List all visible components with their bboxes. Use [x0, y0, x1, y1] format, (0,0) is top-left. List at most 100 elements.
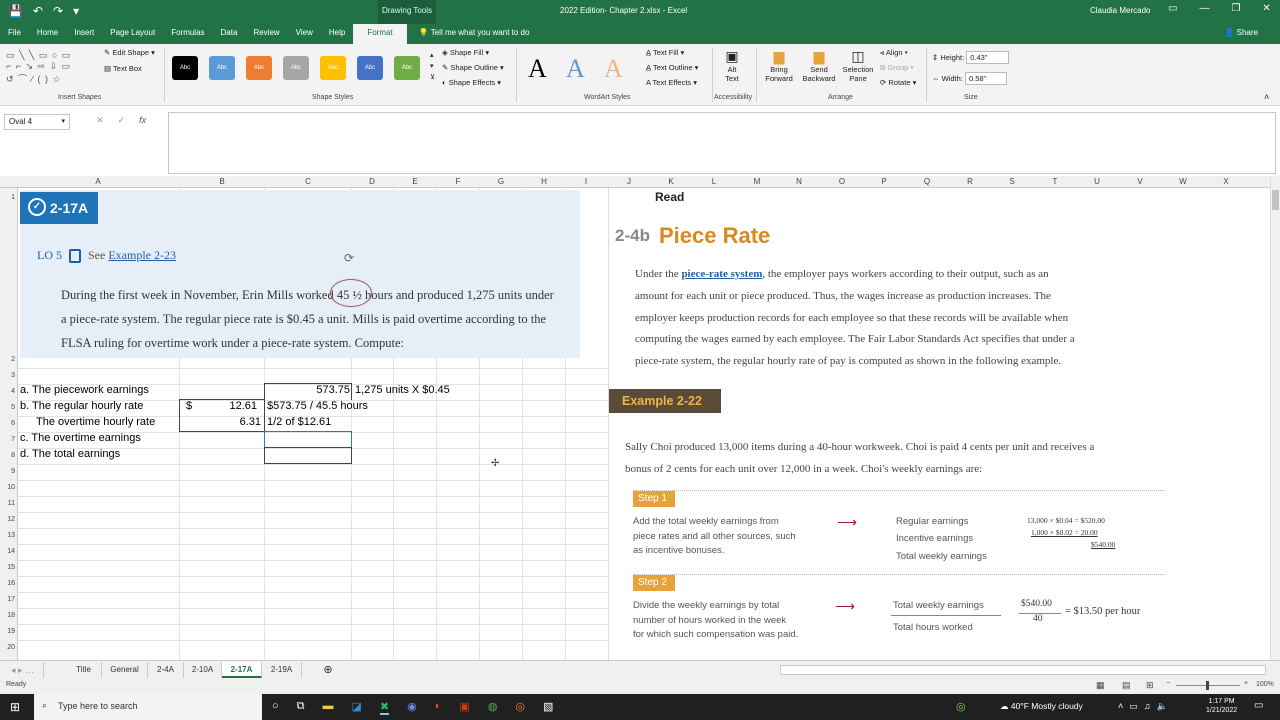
style-gallery-scroll[interactable]: ▴ ▾ ⊻	[430, 50, 435, 83]
column-header[interactable]: C	[305, 177, 311, 186]
style-swatch-orange[interactable]: Abc	[246, 56, 272, 80]
cancel-icon[interactable]: ✕	[96, 115, 104, 126]
horizontal-scrollbar[interactable]	[780, 665, 1266, 675]
sheet-tab-2-19a[interactable]: 2-19A	[262, 662, 302, 678]
column-header[interactable]: L	[712, 177, 716, 186]
zoom-out-icon[interactable]: −	[1166, 680, 1170, 687]
shape-effects-button[interactable]: ◐ Shape Effects ▾	[442, 78, 501, 87]
column-header[interactable]: B	[219, 177, 224, 186]
column-header[interactable]: U	[1094, 177, 1100, 186]
sheet-tab-2-17a[interactable]: 2-17A	[222, 662, 262, 678]
style-swatch-black[interactable]: Abc	[172, 56, 198, 80]
column-header[interactable]: O	[839, 177, 845, 186]
close-icon[interactable]: ✕	[1262, 3, 1270, 14]
excel-icon[interactable]: ✖	[379, 700, 390, 715]
tab-help[interactable]: Help	[321, 24, 353, 44]
style-swatch-blue[interactable]: Abc	[209, 56, 235, 80]
chrome-icon[interactable]: ◍	[488, 700, 498, 715]
shapes-gallery[interactable]: ▭ ╲ ╲ ▭ ○ ▭ ⌐ ⌐ ↘ ⇨ ⇩ ▭ ↺ ⌒ ∕ ( ) ☆	[6, 50, 71, 85]
column-header[interactable]: Q	[924, 177, 930, 186]
glossary-term-link[interactable]: piece-rate system	[681, 268, 762, 280]
page-layout-view-icon[interactable]: ▤	[1122, 680, 1131, 691]
powerpoint-icon[interactable]: ◐	[435, 700, 442, 715]
system-tray-icons[interactable]: ˄▭♫🔈	[1118, 701, 1174, 712]
insert-function-icon[interactable]: fx	[139, 115, 146, 126]
height-field[interactable]: ⇕ Height: 0.43"	[932, 51, 1009, 64]
column-header[interactable]: H	[541, 177, 547, 186]
app-tray-icon[interactable]: ◎	[956, 700, 966, 713]
row-header[interactable]: 16	[0, 580, 15, 587]
redo-icon[interactable]: ↷	[53, 4, 63, 18]
row-header[interactable]: 1	[0, 194, 15, 201]
row-header[interactable]: 3	[0, 372, 15, 379]
worksheet-grid[interactable]: ✓ 2-17A LO 5 See Example 2-23 During the …	[18, 188, 1270, 660]
cell-a4[interactable]: a. The piecework earnings	[20, 384, 149, 396]
column-header[interactable]: D	[369, 177, 375, 186]
file-explorer-icon[interactable]: ▬	[323, 700, 334, 715]
sheet-tab-2-4a[interactable]: 2-4A	[148, 662, 184, 678]
restore-icon[interactable]: ❐	[1231, 3, 1240, 14]
wordart-style-blue[interactable]: A	[566, 54, 585, 84]
tab-formulas[interactable]: Formulas	[163, 24, 212, 44]
column-header[interactable]: M	[754, 177, 761, 186]
example-link[interactable]: Example 2-23	[108, 248, 176, 262]
tab-data[interactable]: Data	[213, 24, 246, 44]
column-header[interactable]: T	[1053, 177, 1058, 186]
page-break-view-icon[interactable]: ⊞	[1146, 680, 1154, 691]
taskbar-clock[interactable]: 1:17 PM 1/21/2022	[1206, 697, 1237, 715]
row-header[interactable]: 11	[0, 500, 15, 507]
firefox-icon[interactable]: ◎	[515, 700, 525, 715]
tab-view[interactable]: View	[288, 24, 321, 44]
formula-input[interactable]	[168, 112, 1276, 174]
bring-forward-button[interactable]: ▆ Bring Forward	[762, 48, 796, 83]
row-header[interactable]: 4	[0, 388, 15, 395]
column-header[interactable]: J	[627, 177, 631, 186]
zoom-level[interactable]: 100%	[1256, 681, 1274, 688]
scroll-thumb[interactable]	[1272, 190, 1279, 210]
width-value[interactable]: 0.58"	[964, 72, 1008, 85]
enter-icon[interactable]: ✓	[118, 115, 126, 126]
edit-shape-button[interactable]: ✎ Edit Shape ▾	[104, 48, 155, 57]
cell-c5[interactable]: $573.75 / 45.5 hours	[267, 400, 368, 412]
shape-fill-button[interactable]: ◈ Shape Fill ▾	[442, 48, 489, 57]
column-header[interactable]: G	[498, 177, 504, 186]
ribbon-display-icon[interactable]: ▭	[1168, 3, 1177, 14]
text-fill-button[interactable]: A̲ Text Fill ▾	[646, 48, 684, 57]
style-swatch-green[interactable]: Abc	[394, 56, 420, 80]
cell-b5[interactable]: 12.61	[179, 400, 257, 412]
row-header[interactable]: 8	[0, 452, 15, 459]
row-header[interactable]: 7	[0, 436, 15, 443]
send-backward-button[interactable]: ▆ Send Backward	[800, 48, 838, 83]
row-header[interactable]: 19	[0, 628, 15, 635]
windows-start-icon[interactable]: ⊞	[10, 700, 20, 714]
column-header[interactable]: P	[881, 177, 886, 186]
minimize-icon[interactable]: —	[1199, 3, 1209, 14]
text-effects-button[interactable]: A Text Effects ▾	[646, 78, 697, 87]
column-header[interactable]: V	[1137, 177, 1142, 186]
column-header[interactable]: I	[585, 177, 587, 186]
row-header[interactable]: 5	[0, 404, 15, 411]
column-header[interactable]: F	[456, 177, 461, 186]
row-header[interactable]: 17	[0, 596, 15, 603]
column-header[interactable]: N	[796, 177, 802, 186]
office-icon[interactable]: ▣	[459, 700, 469, 715]
row-header[interactable]: 13	[0, 532, 15, 539]
collapse-ribbon-icon[interactable]: ˄	[1264, 92, 1269, 102]
cell-a8[interactable]: d. The total earnings	[20, 448, 120, 460]
vertical-scrollbar[interactable]	[1270, 176, 1280, 660]
style-swatch-darkblue[interactable]: Abc	[357, 56, 383, 80]
row-header[interactable]: 2	[0, 356, 15, 363]
save-icon[interactable]: 💾	[8, 4, 23, 18]
text-box-button[interactable]: ▤ Text Box	[104, 64, 142, 73]
normal-view-icon[interactable]: ▦	[1096, 680, 1105, 691]
style-swatch-gray[interactable]: Abc	[283, 56, 309, 80]
cell-c6[interactable]: 1/2 of $12.61	[267, 416, 331, 428]
cell-a6[interactable]: The overtime hourly rate	[36, 416, 155, 428]
wordart-style-black[interactable]: A	[528, 54, 547, 84]
row-header[interactable]: 20	[0, 644, 15, 651]
app-icon[interactable]: ▧	[543, 700, 553, 715]
sheet-tab-2-10a[interactable]: 2-10A	[184, 662, 222, 678]
wordart-style-orange[interactable]: A	[604, 54, 623, 84]
tab-home[interactable]: Home	[29, 24, 66, 44]
tab-page-layout[interactable]: Page Layout	[102, 24, 163, 44]
